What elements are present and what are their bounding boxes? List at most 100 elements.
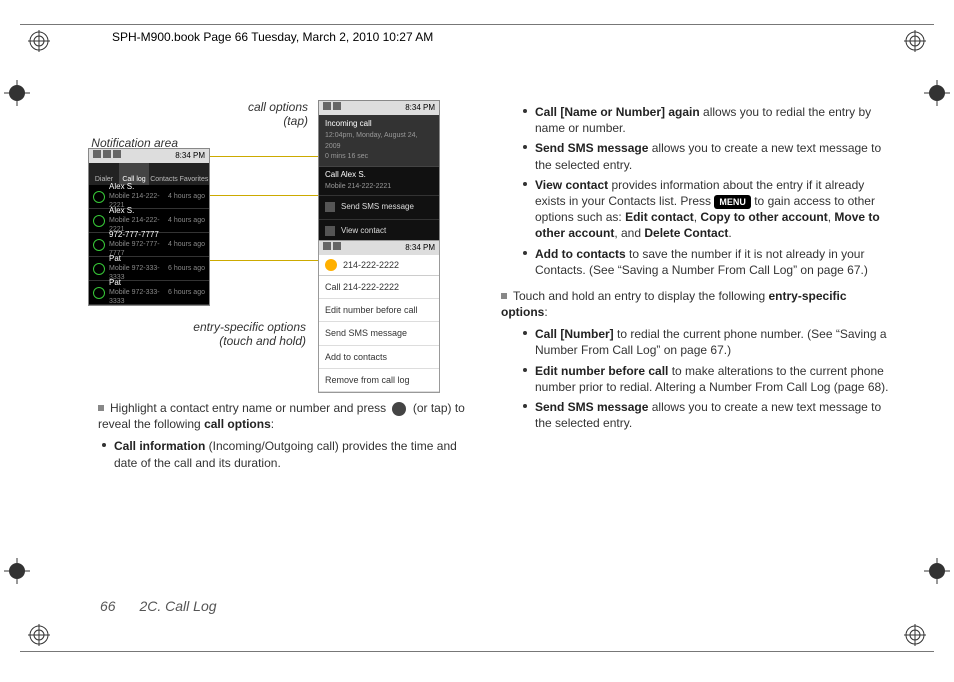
crop-bottom [20,651,934,652]
left-column: call options (tap) Notification area ent… [80,100,473,562]
crop-top [20,24,934,25]
item-label: View contact [341,226,386,237]
status-time: 8:34 PM [175,151,205,162]
bold-text: Call information [114,439,205,453]
call-icon [93,239,105,251]
tab-contacts[interactable]: Contacts [149,163,179,185]
text: Highlight a contact entry name or number… [110,401,389,415]
text: . [728,226,731,240]
tab-favorites[interactable]: Favorites [179,163,209,185]
call-log-row[interactable]: PatMobile 972-333-33336 hours ago [89,281,209,305]
list-item: Send SMS message allows you to create a … [535,140,894,172]
row-time: 4 hours ago [168,192,205,201]
status-bar: 8:34 PM [89,149,209,163]
call-log-row[interactable]: Alex S.Mobile 214-222-22214 hours ago [89,185,209,209]
bold-text: Send SMS message [535,141,648,155]
list-item: Call information (Incoming/Outgoing call… [114,438,473,470]
bold-text: Edit number before call [535,364,668,378]
contact-icon [325,259,337,271]
ctx-call-number[interactable]: Call 214-222-2222 [319,276,439,299]
call-icon [93,191,105,203]
text: : [544,305,547,319]
page: SPH-M900.book Page 66 Tuesday, March 2, … [0,0,954,682]
call-log-row[interactable]: PatMobile 972-333-33336 hours ago [89,257,209,281]
status-icons [93,150,123,162]
row-time: 6 hours ago [168,264,205,273]
label-text: (tap) [283,114,308,128]
row-name: Alex S. [109,182,134,191]
label-entry-specific: entry-specific options (touch and hold) [146,320,306,349]
registration-mark-icon [904,30,926,52]
connector-line [210,195,318,196]
crosshair-icon [924,558,950,584]
ctx-add-contacts[interactable]: Add to contacts [319,346,439,369]
left-intro: Highlight a contact entry name or number… [98,400,473,432]
list-item: Call [Name or Number] again allows you t… [535,104,894,136]
bold-text: Send SMS message [535,400,648,414]
bold-text: call options [204,417,271,431]
text: : [271,417,274,431]
bold-text: Call [Number] [535,327,614,341]
status-bar: 8:34 PM [319,101,439,115]
phone-incoming-call: 8:34 PM Incoming call 12:04pm, Monday, A… [318,100,440,243]
ctx-header: 214-222-2222 [319,255,439,276]
bold-text: Delete Contact [644,226,728,240]
connector-line [210,156,318,157]
crosshair-icon [4,558,30,584]
incoming-subtitle: 12:04pm, Monday, August 24, 2009 [325,132,418,150]
bold-text: Call [Name or Number] again [535,105,700,119]
phone-context-menu: 8:34 PM 214-222-2222 Call 214-222-2222 E… [318,240,440,393]
incoming-header: Incoming call 12:04pm, Monday, August 24… [319,115,439,166]
text: , and [614,226,644,240]
list-item: Send SMS message allows you to create a … [535,399,894,431]
status-time: 8:34 PM [405,243,435,254]
crosshair-icon [4,80,30,106]
status-bar: 8:34 PM [319,241,439,255]
right-sq-para: Touch and hold an entry to display the f… [501,288,894,320]
row-name: 972-777-7777 [109,230,159,239]
book-header: SPH-M900.book Page 66 Tuesday, March 2, … [112,30,433,44]
incoming-title: Incoming call [325,119,372,128]
ctx-edit-number[interactable]: Edit number before call [319,299,439,322]
bold-text: Add to contacts [535,247,626,261]
call-log-row[interactable]: 972-777-7777Mobile 972-777-77774 hours a… [89,233,209,257]
row-time: 4 hours ago [168,216,205,225]
text: Touch and hold an entry to display the f… [513,289,769,303]
list-item: Add to contacts to save the number if it… [535,246,894,278]
row-name: Pat [109,254,121,263]
tab-bar: Dialer Call log Contacts Favorites [89,163,209,185]
call-log-list: Alex S.Mobile 214-222-22214 hours ago Al… [89,185,209,305]
label-text: call options [248,100,308,114]
contact-name: Call Alex S. [325,170,366,179]
menu-view-contact[interactable]: View contact [319,219,439,243]
bold-text: Edit contact [625,210,694,224]
ctx-number: 214-222-2222 [343,259,399,271]
row-sub: Mobile 972-333-3333 [109,289,160,305]
ctx-remove[interactable]: Remove from call log [319,369,439,392]
connector-line [210,260,318,261]
page-number: 66 [100,598,116,614]
contact-icon [325,226,335,236]
bold-text: Copy to other account [700,210,827,224]
list-item: View contact provides information about … [535,177,894,242]
menu-icon: MENU [714,195,751,209]
right-column: Call [Name or Number] again allows you t… [501,100,894,562]
page-footer: 66 2C. Call Log [100,598,217,614]
list-item: Call [Number] to redial the current phon… [535,326,894,358]
incoming-contact[interactable]: Call Alex S. Mobile 214-222-2221 [319,166,439,195]
registration-mark-icon [28,624,50,646]
row-time: 4 hours ago [168,240,205,249]
left-bullets: Call information (Incoming/Outgoing call… [80,438,473,470]
ctx-send-sms[interactable]: Send SMS message [319,322,439,345]
call-icon [93,215,105,227]
content-area: call options (tap) Notification area ent… [80,100,894,562]
row-name: Alex S. [109,206,134,215]
item-label: Send SMS message [341,202,414,213]
phone-call-log: 8:34 PM Dialer Call log Contacts Favorit… [88,148,210,306]
sms-icon [325,202,335,212]
menu-send-sms[interactable]: Send SMS message [319,195,439,219]
status-time: 8:34 PM [405,103,435,114]
label-call-options: call options (tap) [218,100,308,129]
square-bullet-icon [98,405,104,411]
label-text: (touch and hold) [219,334,306,348]
